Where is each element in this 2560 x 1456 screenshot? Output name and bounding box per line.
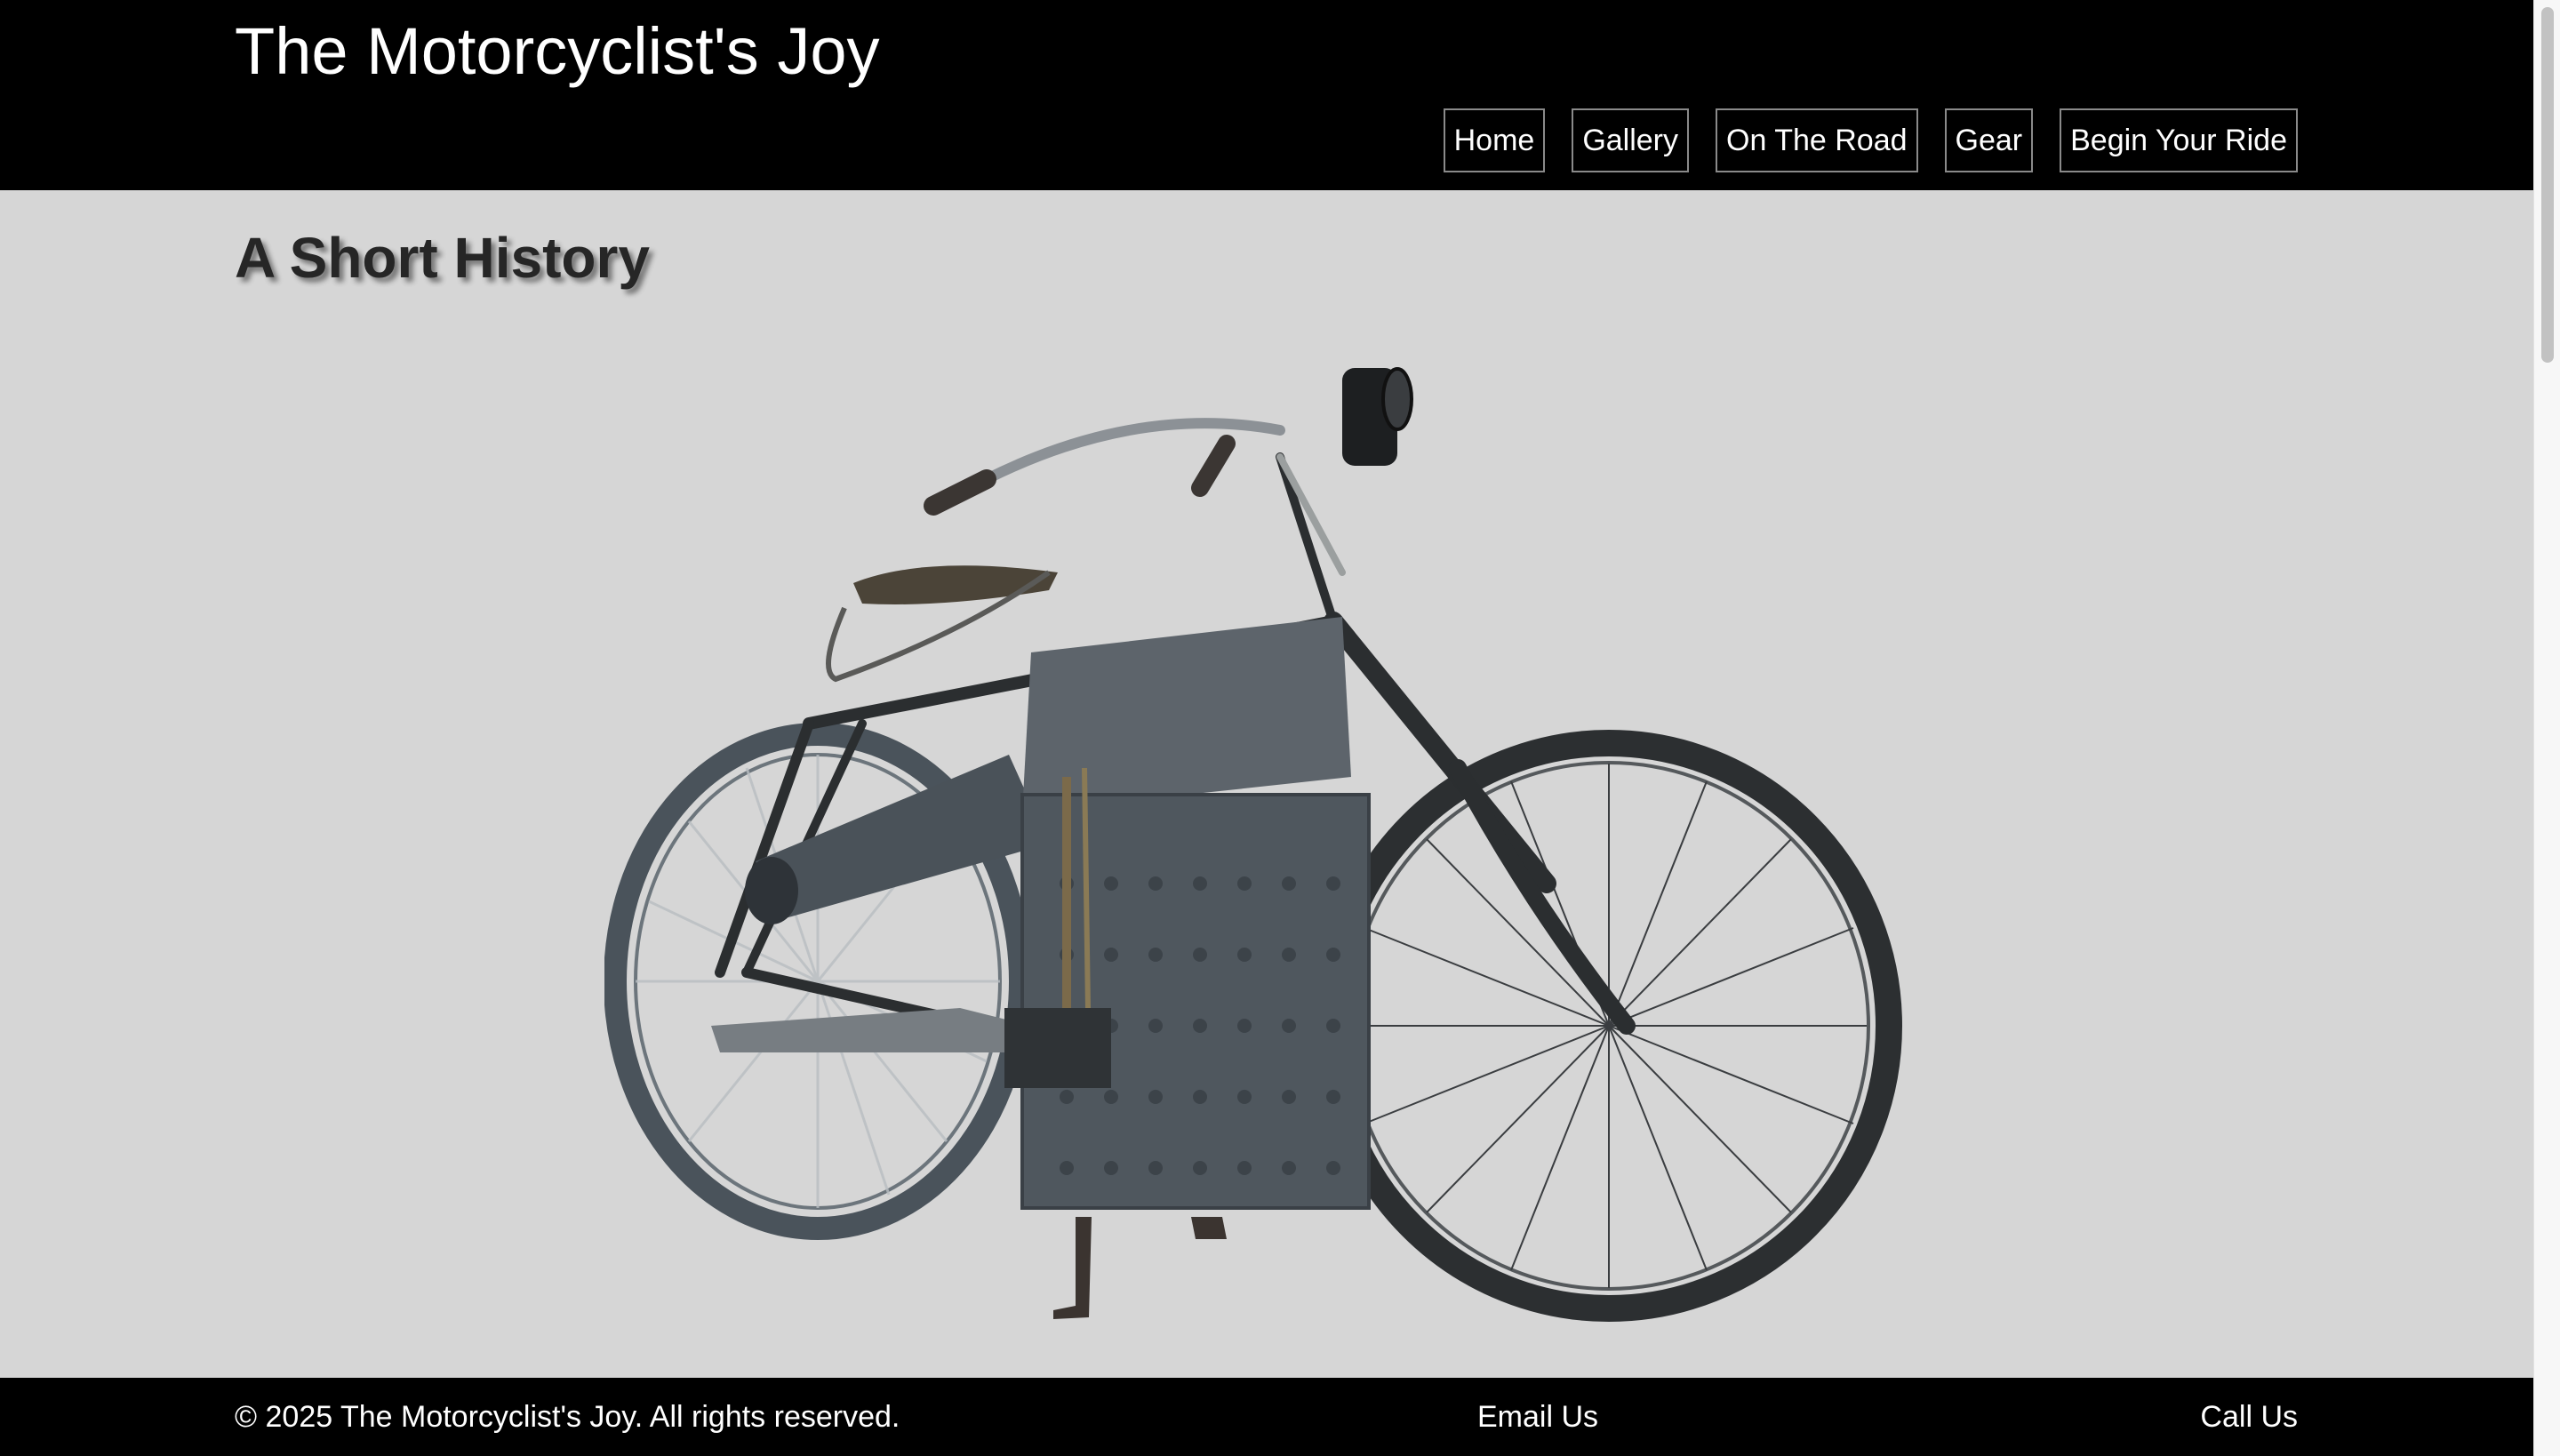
site-footer: © 2025 The Motorcyclist's Joy. All right… [0,1378,2533,1456]
nav-home-link[interactable]: Home [1443,108,1546,172]
nav-begin-your-ride-link[interactable]: Begin Your Ride [2060,108,2298,172]
footer-copyright: © 2025 The Motorcyclist's Joy. All right… [235,1400,900,1434]
saddle [826,565,1058,683]
section-heading: A Short History [235,226,650,290]
footer-email-link[interactable]: Email Us [1477,1400,1598,1435]
nav-gear-link[interactable]: Gear [1944,108,2034,172]
footer-call-link[interactable]: Call Us [2200,1400,2298,1435]
main-content: A Short History [0,190,2533,1378]
boiler-box [1020,617,1371,1319]
drivetrain [711,1008,1111,1088]
vertical-scrollbar[interactable] [2533,0,2560,1456]
site-header: The Motorcyclist's Joy Home Gallery On T… [0,0,2533,190]
motorcycle-image [604,367,1902,1322]
handlebar [924,367,1413,516]
site-title: The Motorcyclist's Joy [235,14,880,88]
browser-viewport: The Motorcyclist's Joy Home Gallery On T… [0,0,2533,1456]
scrollbar-thumb[interactable] [2541,7,2554,363]
main-nav: Home Gallery On The Road Gear Begin Your… [1443,108,2298,172]
nav-gallery-link[interactable]: Gallery [1572,108,1690,172]
nav-on-the-road-link[interactable]: On The Road [1716,108,1918,172]
front-wheel [1316,730,1902,1322]
